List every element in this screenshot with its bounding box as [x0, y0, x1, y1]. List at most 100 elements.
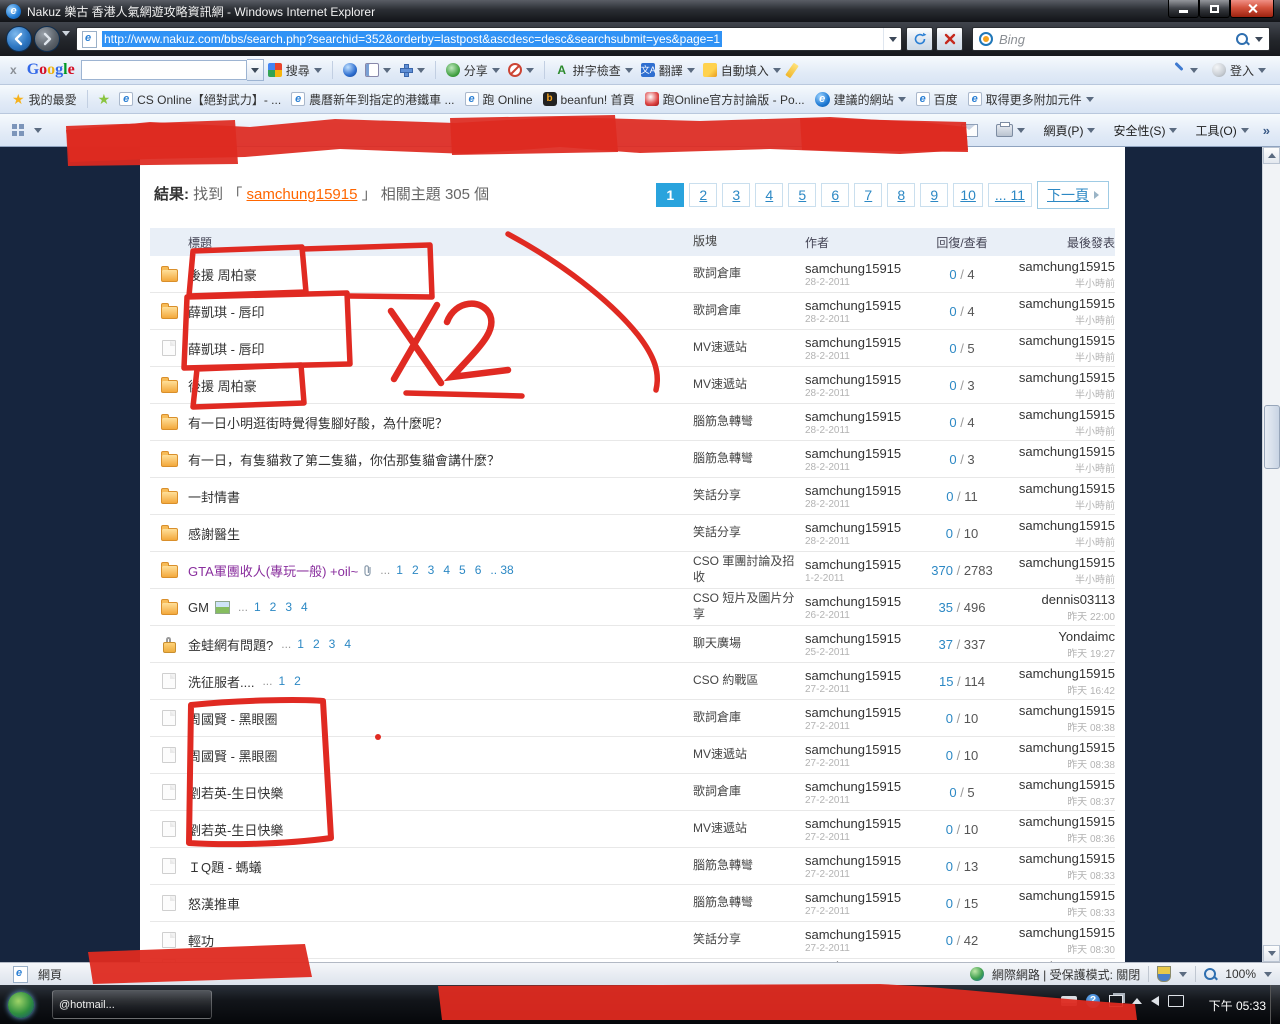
- topic-page-link[interactable]: 5: [459, 563, 466, 577]
- author-link[interactable]: samchung15915: [805, 779, 925, 794]
- forum-link[interactable]: 腦筋急轉彎: [693, 858, 753, 872]
- network-icon[interactable]: [1168, 995, 1184, 1007]
- popup-blocker-button[interactable]: [504, 61, 538, 79]
- help-tray-icon[interactable]: ?: [1086, 994, 1100, 1008]
- forum-link[interactable]: 腦筋急轉彎: [693, 451, 753, 465]
- forum-link[interactable]: 笑話分享: [693, 488, 741, 502]
- bing-search-box[interactable]: Bing: [972, 27, 1270, 51]
- signin-button[interactable]: 登入: [1208, 60, 1270, 81]
- pagination-next-button[interactable]: 下一頁: [1037, 181, 1109, 209]
- forum-link[interactable]: 腦筋急轉彎: [693, 414, 753, 428]
- mail-button[interactable]: [957, 122, 982, 139]
- author-link[interactable]: samchung15915: [805, 742, 925, 757]
- forum-link[interactable]: MV速遞站: [693, 377, 747, 391]
- lastpost-user-link[interactable]: samchung15915: [999, 814, 1115, 829]
- topic-title-link[interactable]: 劉若英-生日快樂: [188, 820, 283, 839]
- author-link[interactable]: samchung15915: [805, 483, 925, 498]
- topic-title-link[interactable]: 周國賢 - 黑眼圈: [188, 746, 278, 765]
- chevron-down-icon[interactable]: [1264, 972, 1272, 977]
- favorites-link[interactable]: 跑Online官方討論版 - Po...: [640, 89, 810, 110]
- forum-link[interactable]: 腦筋急轉彎: [693, 895, 753, 909]
- lastpost-user-link[interactable]: samchung15915: [999, 777, 1115, 792]
- lastpost-user-link[interactable]: samchung15915: [999, 925, 1115, 940]
- lastpost-user-link[interactable]: samchung15915: [999, 851, 1115, 866]
- pagerank-orb-button[interactable]: [339, 61, 361, 79]
- author-link[interactable]: samchung15915: [805, 705, 925, 720]
- forum-link[interactable]: MV速遞站: [693, 340, 747, 354]
- share-button[interactable]: 分享: [442, 60, 504, 81]
- topic-page-link[interactable]: 3: [428, 563, 435, 577]
- topic-title-link[interactable]: GTA軍團收人(專玩一般) +oil~: [188, 561, 358, 580]
- forward-button[interactable]: [34, 26, 60, 52]
- topic-page-link[interactable]: 3: [285, 600, 292, 614]
- show-desktop-button[interactable]: [1270, 985, 1280, 1024]
- topic-page-link[interactable]: 1: [396, 563, 403, 577]
- forum-link[interactable]: 歌詞倉庫: [693, 710, 741, 724]
- add-gadget-button[interactable]: [395, 61, 429, 79]
- topic-title-link[interactable]: GM: [188, 600, 209, 615]
- topic-title-link[interactable]: 薛凱琪 - 唇印: [188, 339, 265, 358]
- author-link[interactable]: samchung15915: [805, 335, 925, 350]
- favorites-link[interactable]: eCS Online【絕對武力】- ...: [114, 89, 286, 110]
- lastpost-user-link[interactable]: Yondaimc: [999, 629, 1115, 644]
- topic-page-link[interactable]: 2: [313, 637, 320, 651]
- favorites-link[interactable]: bbeanfun! 首頁: [538, 89, 640, 110]
- favorites-button[interactable]: ★ 我的最愛: [8, 89, 81, 110]
- pagination-page-link[interactable]: 10: [953, 183, 983, 207]
- keyboard-tray-icon[interactable]: [1061, 996, 1077, 1006]
- topic-page-link[interactable]: 2: [270, 600, 277, 614]
- lastpost-user-link[interactable]: samchung15915: [999, 444, 1115, 459]
- topic-page-link[interactable]: 6: [475, 563, 482, 577]
- topic-title-link[interactable]: 後援 周柏豪: [188, 265, 257, 284]
- lastpost-user-link[interactable]: samchung15915: [999, 333, 1115, 348]
- forum-link[interactable]: CSO 約戰區: [693, 673, 758, 687]
- scroll-up-button[interactable]: [1263, 147, 1280, 164]
- topic-title-link[interactable]: 輕功: [188, 931, 214, 950]
- author-link[interactable]: samchung15915: [805, 446, 925, 461]
- search-magnifier-icon[interactable]: [1236, 33, 1249, 46]
- scroll-down-button[interactable]: [1263, 945, 1280, 962]
- vertical-scrollbar[interactable]: [1262, 147, 1280, 962]
- lastpost-user-link[interactable]: samchung15915: [999, 259, 1115, 274]
- stop-button[interactable]: [936, 27, 963, 51]
- favorites-link[interactable]: e百度: [911, 89, 963, 110]
- back-button[interactable]: [6, 26, 32, 52]
- author-link[interactable]: samchung15915: [805, 557, 925, 572]
- header-author[interactable]: 作者: [805, 234, 925, 251]
- pagination-page-link[interactable]: 5: [788, 183, 816, 207]
- topic-page-link[interactable]: 1: [254, 600, 261, 614]
- toolbar-close-button[interactable]: x: [6, 61, 21, 79]
- forum-link[interactable]: 歌詞倉庫: [693, 784, 741, 798]
- topic-page-link[interactable]: 4: [344, 637, 351, 651]
- topic-page-link[interactable]: 2: [294, 674, 301, 688]
- forum-link[interactable]: 歌詞倉庫: [693, 303, 741, 317]
- lastpost-user-link[interactable]: samchung15915: [999, 666, 1115, 681]
- forum-link[interactable]: 笑話分享: [693, 932, 741, 946]
- shield-icon[interactable]: [1157, 966, 1171, 982]
- topic-title-link[interactable]: ＩQ題 - 螞蟻: [188, 857, 262, 876]
- msn-taskbar-button[interactable]: @hotmail...: [52, 990, 212, 1019]
- translate-button[interactable]: 文A 翻譯: [637, 60, 699, 81]
- topic-title-link[interactable]: 後援 周柏豪: [188, 376, 257, 395]
- toolbar-settings-button[interactable]: [1168, 61, 1202, 79]
- speaker-icon[interactable]: [1151, 996, 1159, 1006]
- header-lastpost[interactable]: 最後發表: [999, 234, 1115, 251]
- topic-title-link[interactable]: 有一日小明逛街時覺得隻腳好酸，為什麼呢？: [188, 413, 448, 432]
- author-link[interactable]: samchung15915: [805, 853, 925, 868]
- forum-link[interactable]: CSO 短片及圖片分享: [693, 591, 794, 621]
- author-link[interactable]: samchung15915: [805, 261, 925, 276]
- forum-link[interactable]: 聊天廣場: [693, 636, 741, 650]
- author-link[interactable]: samchung15915: [805, 298, 925, 313]
- topic-title-link[interactable]: 劉若英-生日快樂: [188, 783, 283, 802]
- favorites-link[interactable]: e跑 Online: [460, 89, 538, 110]
- forum-link[interactable]: CSO 軍團討論及招收: [693, 554, 794, 584]
- url-text[interactable]: http://www.nakuz.com/bbs/search.php?sear…: [102, 31, 722, 47]
- forum-link[interactable]: 笑話分享: [693, 525, 741, 539]
- pagination-page-link[interactable]: 4: [755, 183, 783, 207]
- zoom-level[interactable]: 100%: [1225, 967, 1256, 981]
- search-keyword-link[interactable]: samchung15915: [247, 186, 358, 203]
- tab-list-button[interactable]: [30, 126, 46, 135]
- topic-page-link[interactable]: 1: [297, 637, 304, 651]
- print-button[interactable]: [992, 122, 1029, 139]
- pagination-page-link[interactable]: 8: [887, 183, 915, 207]
